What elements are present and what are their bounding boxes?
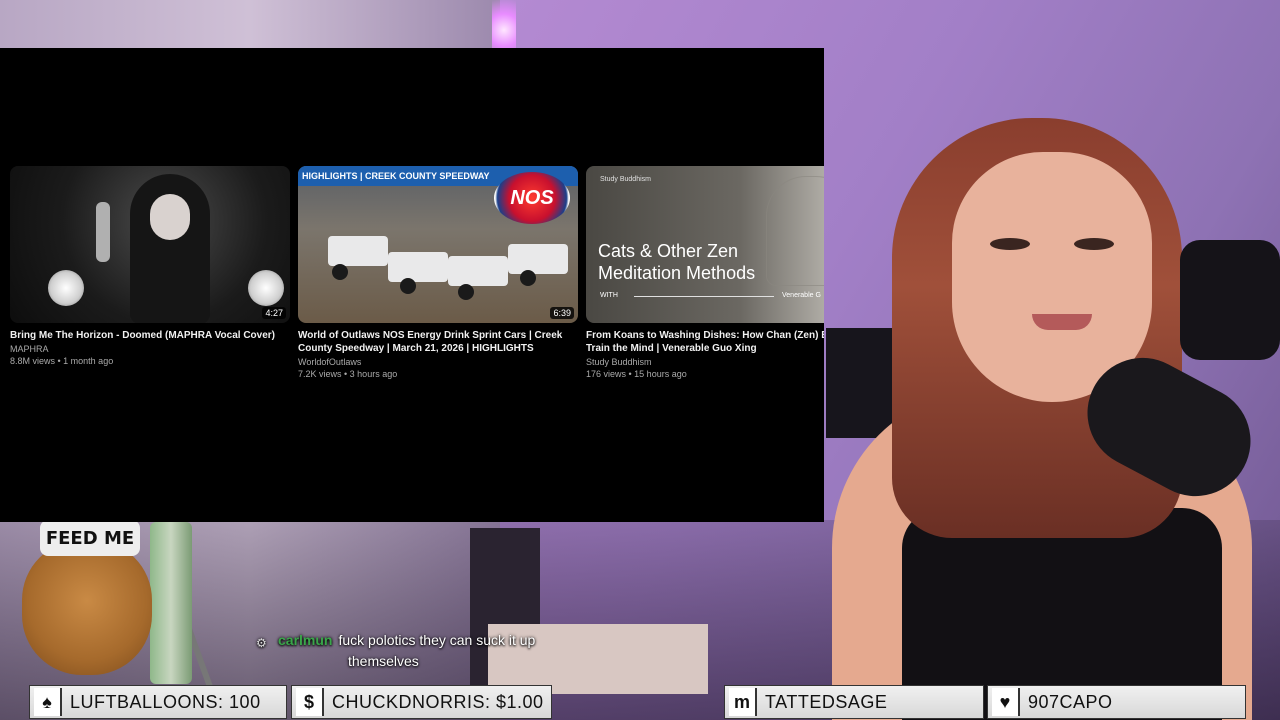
thumb-divider [634, 296, 774, 297]
video-title[interactable]: From Koans to Washing Dishes: How Chan (… [586, 329, 824, 355]
latest-tip-bar: $ CHUCKDNORRIS: $1.00 [291, 685, 552, 719]
nos-logo: NOS [494, 172, 570, 224]
spade-icon: ♠ [34, 688, 62, 716]
wheel [520, 270, 536, 286]
chat-badge-icon: ⚙ [256, 636, 267, 650]
singer-face [150, 194, 190, 240]
lamp-right [248, 270, 284, 306]
thumb-with: WITH [600, 292, 618, 299]
wheel [458, 284, 474, 300]
left-eye [990, 238, 1030, 250]
video-card-3[interactable]: Study Buddhism Cats & Other Zen Meditati… [586, 166, 824, 380]
sprint-car [388, 252, 448, 282]
sprint-car [508, 244, 568, 274]
video-duration: 4:27 [262, 307, 286, 319]
sprint-car [328, 236, 388, 266]
right-eye [1074, 238, 1114, 250]
chat-username: carlmun [278, 632, 333, 648]
mouth [1032, 314, 1092, 330]
heart-icon: ♥ [992, 688, 1020, 716]
sprint-car [448, 256, 508, 286]
video-card-2[interactable]: HIGHLIGHTS | CREEK COUNTY SPEEDWAY NOS 6… [298, 166, 578, 380]
video-thumbnail[interactable]: 4:27 [10, 166, 290, 323]
chat-message: ⚙ carlmun fuck polotics they can suck it u… [256, 630, 576, 672]
thumb-title: Cats & Other Zen Meditation Methods [598, 241, 756, 283]
video-thumbnail[interactable]: Study Buddhism Cats & Other Zen Meditati… [586, 166, 824, 323]
video-meta: 7.2K views • 3 hours ago [298, 369, 398, 379]
video-channel[interactable]: MAPHRA [10, 344, 290, 355]
bar-text: 907CAPO [1028, 691, 1113, 712]
bar-text: TATTEDSAGE [765, 691, 888, 712]
mic-arm [1180, 240, 1280, 360]
video-meta: 8.8M views • 1 month ago [10, 356, 114, 366]
video-title[interactable]: World of Outlaws NOS Energy Drink Sprint… [298, 329, 578, 355]
video-title[interactable]: Bring Me The Horizon - Doomed (MAPHRA Vo… [10, 329, 290, 342]
video-duration: 6:39 [550, 307, 574, 319]
bar-text: CHUCKDNORRIS: $1.00 [332, 691, 544, 712]
m-icon: m [729, 688, 757, 716]
microphone-icon [96, 202, 110, 262]
thumb-channel-label: Study Buddhism [600, 176, 651, 183]
video-panel: 4:27 Bring Me The Horizon - Doomed (MAPH… [0, 48, 824, 522]
video-channel[interactable]: Study Buddhism [586, 357, 824, 368]
latest-bits-bar: ♠ LUFTBALLOONS: 100 [29, 685, 287, 719]
video-thumbnail[interactable]: HIGHLIGHTS | CREEK COUNTY SPEEDWAY NOS 6… [298, 166, 578, 323]
dog-sticker [22, 540, 152, 675]
wheel [400, 278, 416, 294]
lamp-left [48, 270, 84, 306]
video-meta: 176 views • 15 hours ago [586, 369, 687, 379]
can [150, 522, 192, 684]
latest-follower-bar: ♥ 907CAPO [987, 685, 1246, 719]
video-card-1[interactable]: 4:27 Bring Me The Horizon - Doomed (MAPH… [10, 166, 290, 367]
dog-hat: FEED ME [40, 520, 140, 556]
dollar-icon: $ [296, 688, 324, 716]
wheel [332, 264, 348, 280]
video-channel[interactable]: WorldofOutlaws [298, 357, 578, 368]
chat-text-line2: themselves [348, 653, 419, 669]
bar-text: LUFTBALLOONS: 100 [70, 691, 261, 712]
latest-member-bar: m TATTEDSAGE [724, 685, 984, 719]
thumb-venerable: Venerable G [782, 292, 821, 299]
chat-text-line1: fuck polotics they can suck it up [338, 632, 536, 648]
